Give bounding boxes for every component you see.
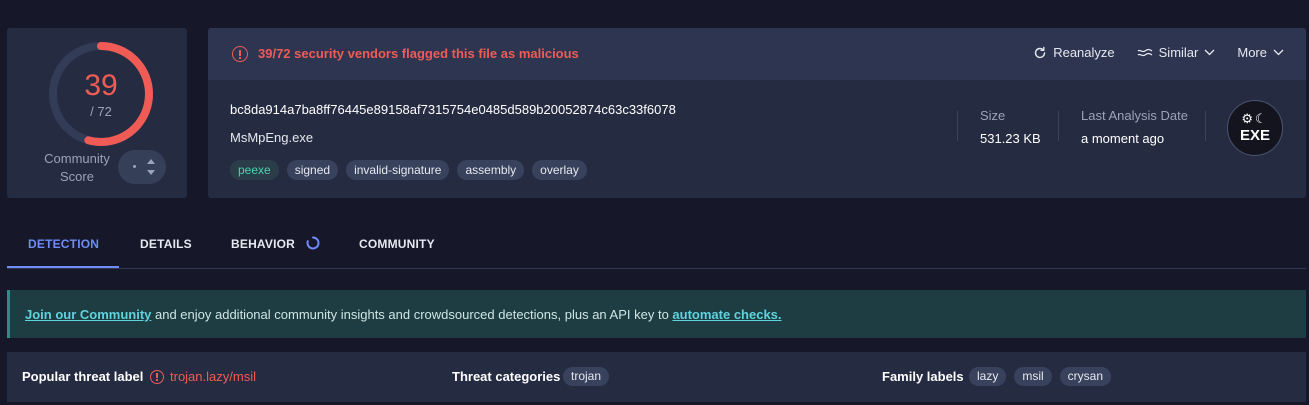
reanalyze-button[interactable]: Reanalyze: [1033, 45, 1115, 60]
file-size: Size 531.23 KB: [980, 108, 1041, 146]
malicious-alert-bar: 39/72 security vendors flagged this file…: [208, 28, 1306, 80]
popular-threat-value: trojan.lazy/msil: [150, 369, 256, 384]
join-community-link[interactable]: Join our Community: [25, 307, 151, 322]
file-name: MsMpEng.exe: [230, 130, 314, 145]
loading-spinner-icon: [306, 236, 320, 250]
family-tag[interactable]: crysan: [1059, 367, 1112, 386]
vote-down-icon[interactable]: [147, 170, 155, 175]
refresh-icon: [1035, 46, 1046, 58]
community-score-card: 39 / 72 Community Score: [7, 28, 187, 198]
file-tag[interactable]: overlay: [532, 160, 587, 180]
threat-categories: trojan: [563, 367, 610, 386]
detected-count: 39: [84, 68, 118, 102]
report-tabs: DETECTION DETAILS BEHAVIOR COMMUNITY: [7, 227, 1306, 269]
file-tag[interactable]: assembly: [457, 160, 525, 180]
file-tag[interactable]: invalid-signature: [346, 160, 450, 180]
automate-checks-link[interactable]: automate checks.: [672, 307, 781, 322]
file-hash[interactable]: bc8da914a7ba8ff76445e89158af7315754e0485…: [230, 102, 676, 117]
banner-text: Join our Community and enjoy additional …: [25, 307, 782, 322]
vote-neutral-icon: [133, 165, 136, 168]
total-count: / 72: [90, 103, 112, 119]
divider: [1058, 111, 1059, 141]
family-labels: lazy msil crysan: [969, 367, 1112, 386]
vote-up-icon[interactable]: [147, 159, 155, 164]
active-tab-indicator: [7, 266, 119, 268]
tab-community[interactable]: COMMUNITY: [359, 237, 435, 251]
threat-categories-label: Threat categories: [452, 369, 561, 384]
threat-summary-bar: Popular threat label trojan.lazy/msil Th…: [7, 352, 1306, 402]
file-tag[interactable]: peexe: [230, 160, 279, 180]
tab-details[interactable]: DETAILS: [140, 237, 192, 251]
chevron-down-icon: [1273, 49, 1284, 56]
community-score-label: Community Score: [44, 151, 110, 184]
divider: [1205, 111, 1206, 141]
family-labels-label: Family labels: [882, 369, 964, 384]
similar-icon: [1137, 48, 1153, 56]
file-actions: Reanalyze Similar More: [1033, 45, 1284, 60]
file-summary-card: 39/72 security vendors flagged this file…: [208, 28, 1306, 198]
file-tag[interactable]: signed: [286, 160, 339, 180]
file-tags: peexe signed invalid-signature assembly …: [230, 160, 587, 180]
last-analysis-date: Last Analysis Date a moment ago: [1081, 108, 1188, 146]
alert-circle-icon: [232, 46, 248, 62]
detection-score: 39 / 72: [47, 40, 155, 148]
tab-behavior[interactable]: BEHAVIOR: [231, 236, 320, 251]
tab-detection[interactable]: DETECTION: [28, 237, 99, 251]
file-type-badge: ⚙☾ EXE: [1227, 100, 1283, 156]
chevron-down-icon: [1204, 49, 1215, 56]
alert-text: 39/72 security vendors flagged this file…: [258, 46, 579, 61]
more-dropdown[interactable]: More: [1237, 45, 1284, 60]
gears-icon: ⚙☾: [1241, 111, 1269, 126]
similar-dropdown[interactable]: Similar: [1137, 45, 1216, 60]
community-banner: Join our Community and enjoy additional …: [7, 290, 1306, 338]
divider: [957, 111, 958, 141]
family-tag[interactable]: msil: [1014, 367, 1052, 386]
family-tag[interactable]: lazy: [969, 367, 1007, 386]
community-vote-toggle[interactable]: [118, 150, 166, 184]
alert-circle-icon: [150, 369, 164, 384]
threat-category-tag[interactable]: trojan: [563, 367, 610, 386]
popular-threat-label: Popular threat label: [22, 369, 144, 384]
